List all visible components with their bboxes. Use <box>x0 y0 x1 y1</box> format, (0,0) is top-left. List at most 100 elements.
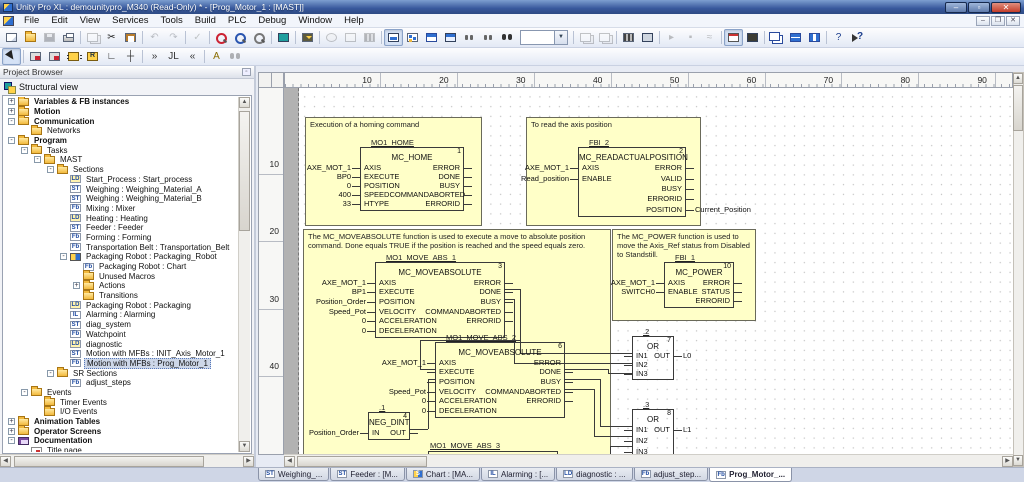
search-prev-button[interactable] <box>460 29 479 46</box>
jump-label-tool-button[interactable]: JL <box>164 48 183 65</box>
tree-item[interactable]: Timer Events <box>4 397 238 407</box>
tree-item[interactable]: +Operator Screens <box>4 426 238 436</box>
connection-tool-button[interactable]: « <box>183 48 202 65</box>
open-button[interactable] <box>21 29 40 46</box>
block-or-upper[interactable]: .27ORIN1OUTL0IN2IN3 <box>632 336 674 380</box>
editor-scroll-right-arrow[interactable]: ▶ <box>1002 456 1013 467</box>
menu-window[interactable]: Window <box>292 15 338 26</box>
menu-debug[interactable]: Debug <box>252 15 292 26</box>
comment-tool-button[interactable]: A <box>207 48 226 65</box>
tree-item[interactable]: Title page <box>4 446 238 452</box>
tree-expander[interactable]: - <box>8 137 15 144</box>
tree-item[interactable]: ILAlarming : Alarming <box>4 310 238 320</box>
chevron-down-icon[interactable]: ▼ <box>554 31 567 44</box>
tree-item[interactable]: -Program <box>4 136 238 146</box>
mdi-close-button[interactable]: ✕ <box>1006 16 1020 26</box>
tree-item[interactable]: FbTransportation Belt : Transportation_B… <box>4 242 238 252</box>
tree-item[interactable]: STdiag_system <box>4 320 238 330</box>
tree-item[interactable]: +Motion <box>4 107 238 117</box>
menu-file[interactable]: File <box>18 15 45 26</box>
editor-scroll-up-arrow[interactable]: ▲ <box>1013 73 1023 84</box>
tab-alarming[interactable]: ILAlarming : [... <box>481 468 555 481</box>
block-neg-dint[interactable]: .14NEG_DINTINPosition_OrderOUT <box>368 412 410 440</box>
fb-assistant-tool-button[interactable] <box>26 48 45 65</box>
fbd-canvas[interactable]: Execution of a homing commandTo read the… <box>284 88 1013 455</box>
close-button[interactable]: ✕ <box>991 2 1021 13</box>
block-mc-moveabsolute-1[interactable]: MO1_MOVE_ABS_13MC_MOVEABSOLUTEAXISAXE_MO… <box>375 262 505 338</box>
analyze-project-button[interactable] <box>212 29 231 46</box>
tree-item[interactable]: +Animation Tables <box>4 417 238 427</box>
editor-vscroll-thumb[interactable] <box>1013 85 1023 131</box>
scroll-down-arrow[interactable]: ▼ <box>239 441 250 452</box>
editor-hscroll-thumb[interactable] <box>297 456 427 467</box>
watch-window-button[interactable] <box>724 29 743 46</box>
tree-item[interactable]: -Events <box>4 388 238 398</box>
tree-expander[interactable]: - <box>21 389 28 396</box>
tree-expander[interactable]: - <box>8 118 15 125</box>
tree-item[interactable]: FbWatchpoint <box>4 330 238 340</box>
maximize-button[interactable]: ▫ <box>968 2 990 13</box>
cut-button[interactable]: ✂ <box>102 29 121 46</box>
editor-scroll-down-arrow[interactable]: ▼ <box>1013 455 1023 466</box>
tree-item[interactable]: +Variables & FB instances <box>4 97 238 107</box>
data-selection-tool-button[interactable] <box>45 48 64 65</box>
search-combo[interactable]: ▼ <box>520 30 568 45</box>
analyze-button[interactable] <box>231 29 250 46</box>
tab-weighing[interactable]: STWeighing_... <box>258 468 329 481</box>
tree-item[interactable]: -Tasks <box>4 145 238 155</box>
tree-scroll-thumb[interactable] <box>239 111 250 231</box>
plc-simulator-button[interactable] <box>638 29 657 46</box>
menu-view[interactable]: View <box>74 15 106 26</box>
ffb-insert-tool-button[interactable] <box>64 48 83 65</box>
tree-expander[interactable]: - <box>60 253 67 260</box>
tree-expander[interactable]: + <box>8 418 15 425</box>
plc-connect-button[interactable] <box>619 29 638 46</box>
tree-item[interactable]: Networks <box>4 126 238 136</box>
tile-vertical-button[interactable] <box>805 29 824 46</box>
menu-plc[interactable]: PLC <box>222 15 252 26</box>
tile-horizontal-button[interactable] <box>786 29 805 46</box>
tab-prog-motor[interactable]: FbProg_Motor_... <box>709 468 792 482</box>
menu-tools[interactable]: Tools <box>155 15 189 26</box>
functional-view-button[interactable] <box>441 29 460 46</box>
generate-project-button[interactable] <box>250 29 269 46</box>
tree-expander[interactable]: + <box>8 108 15 115</box>
tab-chart-ma[interactable]: SChart : [MA... <box>406 468 480 481</box>
jump-tool-button[interactable]: » <box>145 48 164 65</box>
tree-item[interactable]: Unused Macros <box>4 271 238 281</box>
tree-item[interactable]: Fbadjust_steps <box>4 378 238 388</box>
transfer-button[interactable] <box>743 29 762 46</box>
tree-expander[interactable]: - <box>47 370 54 377</box>
tree-item[interactable]: -Packaging Robot : Packaging_Robot <box>4 252 238 262</box>
editor-scroll-left-arrow[interactable]: ◀ <box>284 456 295 467</box>
tree-item[interactable]: Transitions <box>4 291 238 301</box>
tab-diagnostic[interactable]: LDdiagnostic : ... <box>556 468 632 481</box>
tree-item[interactable]: FbMotion with MFBs : Prog_Motor_1 <box>4 359 238 369</box>
cascade-windows-button[interactable] <box>767 29 786 46</box>
help-button[interactable]: ? <box>829 29 848 46</box>
mdi-minimize-button[interactable]: – <box>976 16 990 26</box>
tree-item[interactable]: +Actions <box>4 281 238 291</box>
select-tool-button[interactable] <box>2 48 21 65</box>
tree-hscroll-thumb[interactable] <box>14 456 204 467</box>
menu-edit[interactable]: Edit <box>45 15 73 26</box>
tree-expander[interactable]: + <box>73 282 80 289</box>
menu-services[interactable]: Services <box>106 15 154 26</box>
dock-icon[interactable]: ▫ <box>242 68 251 76</box>
link-tool-button[interactable]: ┼ <box>121 48 140 65</box>
block-mc-home[interactable]: MO1_HOME1MC_HOMEAXISAXE_MOT_1ERROREXECUT… <box>360 147 464 211</box>
tree-item[interactable]: LDPackaging Robot : Packaging <box>4 300 238 310</box>
mdi-restore-button[interactable]: ❐ <box>991 16 1005 26</box>
menu-help[interactable]: Help <box>338 15 370 26</box>
tree-vertical-scrollbar[interactable]: ▲ ▼ <box>238 97 250 452</box>
tree-item[interactable]: FbMixing : Mixer <box>4 204 238 214</box>
structural-view-button[interactable] <box>384 29 403 46</box>
tree-expander[interactable]: + <box>8 98 15 105</box>
scroll-left-arrow[interactable]: ◀ <box>0 456 11 467</box>
elbow-link-tool-button[interactable]: ∟ <box>102 48 121 65</box>
tree-item[interactable]: FbPackaging Robot : Chart <box>4 262 238 272</box>
context-help-button[interactable] <box>848 29 867 46</box>
block-mc-readactualposition[interactable]: FBI_22MC_READACTUALPOSITIONAXISAXE_MOT_1… <box>578 147 686 217</box>
data-editor-button[interactable] <box>422 29 441 46</box>
search-button[interactable] <box>498 29 517 46</box>
